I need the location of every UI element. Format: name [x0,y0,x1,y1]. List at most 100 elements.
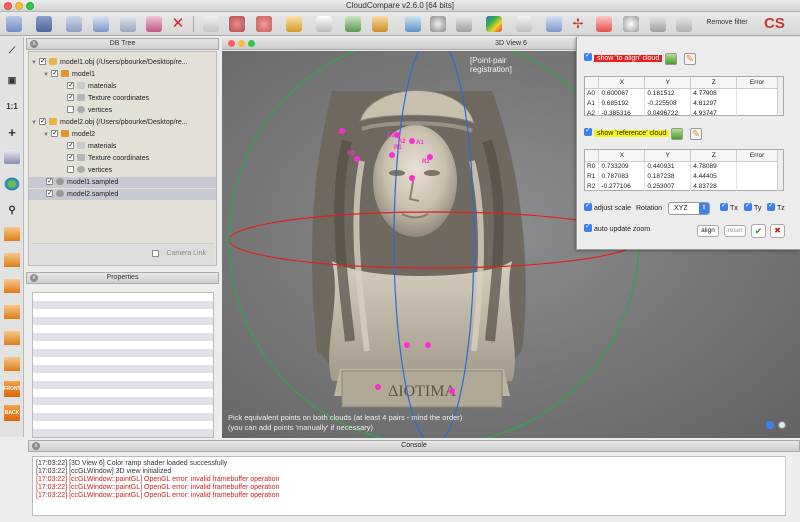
sample-icon[interactable] [229,16,245,32]
tx-checkbox[interactable] [720,200,728,212]
table-scrollbar[interactable] [777,77,783,115]
right-view-icon[interactable] [4,279,20,293]
console-close-button[interactable]: x [32,442,40,450]
clone-icon[interactable] [66,16,82,32]
iso-view-1-icon[interactable] [4,331,20,345]
color-ramp-icon[interactable] [516,16,532,32]
to-align-edit-icon[interactable]: ✎ [684,53,696,65]
tx-option[interactable]: Tx [720,200,738,215]
view-maximize-button[interactable] [248,40,255,47]
camera-icon[interactable]: ▣ [4,73,20,87]
tz-checkbox[interactable] [767,200,775,212]
table-row[interactable]: R1 0.787083 0.187238 4.44405 [585,171,778,181]
to-align-color-button[interactable] [665,53,677,65]
window-maximize-button[interactable] [26,2,34,10]
tree-item-model1-sampled[interactable]: model1.sampled [29,177,216,188]
rotation-center-icon[interactable] [4,177,20,191]
show-to-align-row[interactable]: show 'to align' cloud [584,50,663,65]
tree-item-model1-obj[interactable]: ▼model1.obj (/Users/pbourke/Desktop/re..… [31,57,216,68]
reference-edit-icon[interactable]: ✎ [690,128,702,140]
tz-option[interactable]: Tz [767,200,785,215]
properties-table[interactable] [32,292,214,438]
view-maximize-icon[interactable] [778,421,786,429]
to-align-points-table[interactable]: X Y Z Error A0 0.600067 0.181512 4.77908… [584,76,784,118]
crosshair-icon[interactable]: ✢ [570,16,586,32]
table-row[interactable]: A0 0.600067 0.181512 4.77908 [585,88,778,98]
statistics-icon[interactable] [623,16,639,32]
properties-close-button[interactable]: x [30,274,38,282]
validate-button[interactable]: ✔ [751,224,766,238]
console-log[interactable]: [17:03:22] [3D View 6] Color ramp shader… [32,456,792,516]
pivot-icon[interactable]: + [4,125,20,140]
segment-icon[interactable] [286,16,302,32]
remove-filter-button[interactable]: Remove filter [696,19,758,26]
camera-link-checkbox[interactable] [152,250,159,257]
table-row[interactable]: A1 0.685192 -0.225508 4.81297 [585,98,778,108]
subsample-icon[interactable] [256,16,272,32]
window-minimize-button[interactable] [15,2,23,10]
reference-color-button[interactable] [671,128,683,140]
top-view-icon[interactable] [4,227,20,241]
table-row[interactable]: A2 -0.385316 0.0496722 4.93747 [585,108,778,118]
open-icon[interactable] [6,16,22,32]
perspective-icon[interactable] [4,150,20,164]
distance-icon[interactable] [546,16,562,32]
show-reference-row[interactable]: show 'reference' cloud [584,125,670,140]
reference-points-table[interactable]: X Y Z Error R0 0.733209 0.440931 4.78089… [584,149,784,191]
zoom-1-1-button[interactable]: 1:1 [4,99,20,113]
table-scrollbar[interactable] [777,150,783,190]
octree-icon[interactable] [430,16,446,32]
cancel-button[interactable]: ✖ [770,224,785,238]
translate-rotate-icon[interactable] [203,16,219,32]
auto-update-zoom-checkbox[interactable] [584,221,592,233]
histogram-icon[interactable] [650,16,666,32]
filter-icon[interactable] [596,16,612,32]
ty-checkbox[interactable] [744,200,752,212]
view-close-button[interactable] [228,40,235,47]
left-view-icon[interactable] [4,253,20,267]
gradient-icon[interactable] [676,16,692,32]
auto-update-zoom-option[interactable]: auto update zoom [584,221,650,236]
tree-item-vertices[interactable]: vertices [67,105,216,116]
view-hotzone-icon[interactable] [766,421,774,429]
tree-item-materials[interactable]: materials [67,81,216,92]
bottom-view-icon[interactable] [4,305,20,319]
point-picking-icon[interactable] [316,16,332,32]
properties-icon[interactable] [93,16,109,32]
db-tree-close-button[interactable]: x [30,40,38,48]
delete-icon[interactable]: ✕ [170,16,186,32]
tree-item-model2-obj[interactable]: ▼model2.obj (/Users/pbourke/Desktop/re..… [31,117,216,128]
reset-button[interactable]: reset [724,225,746,237]
show-to-align-checkbox[interactable] [584,50,592,62]
iso-view-2-icon[interactable] [4,357,20,371]
window-close-button[interactable] [4,2,12,10]
rotation-select[interactable]: XYZ ⇕ [668,202,710,215]
table-row[interactable]: R0 0.733209 0.440931 4.78089 [585,161,778,171]
tree-item-texture-coordinates[interactable]: Texture coordinates [67,93,216,104]
merge-icon[interactable] [146,16,162,32]
save-icon[interactable] [36,16,52,32]
scalar-field-icon[interactable] [486,16,502,32]
align-button[interactable]: align [697,225,719,237]
mesh-icon[interactable] [456,16,472,32]
tree-item-model1[interactable]: ▼model1 [43,69,216,80]
align-icon[interactable] [345,16,361,32]
console-scrollbar[interactable] [785,456,792,516]
adjust-scale-option[interactable]: adjust scale [584,200,631,215]
tree-item-texture-coordinates[interactable]: Texture coordinates [67,153,216,164]
adjust-scale-checkbox[interactable] [584,200,592,212]
tree-item-model2[interactable]: ▼model2 [43,129,216,140]
picking-icon[interactable]: ⟋ [4,43,20,57]
tree-item-materials[interactable]: materials [67,141,216,152]
fuse-icon[interactable] [120,16,136,32]
back-view-button[interactable]: BACK [4,405,20,421]
normals-icon[interactable] [405,16,421,32]
front-view-button[interactable]: FRONT [3,381,21,397]
tree-item-vertices[interactable]: vertices [67,165,216,176]
tree-item-model2-sampled[interactable]: model2.sampled [29,189,216,200]
label-icon[interactable] [372,16,388,32]
table-row[interactable]: R2 -0.277106 0.253007 4.83728 [585,181,778,191]
ty-option[interactable]: Ty [744,200,761,215]
view-minimize-button[interactable] [238,40,245,47]
show-reference-checkbox[interactable] [584,125,592,137]
